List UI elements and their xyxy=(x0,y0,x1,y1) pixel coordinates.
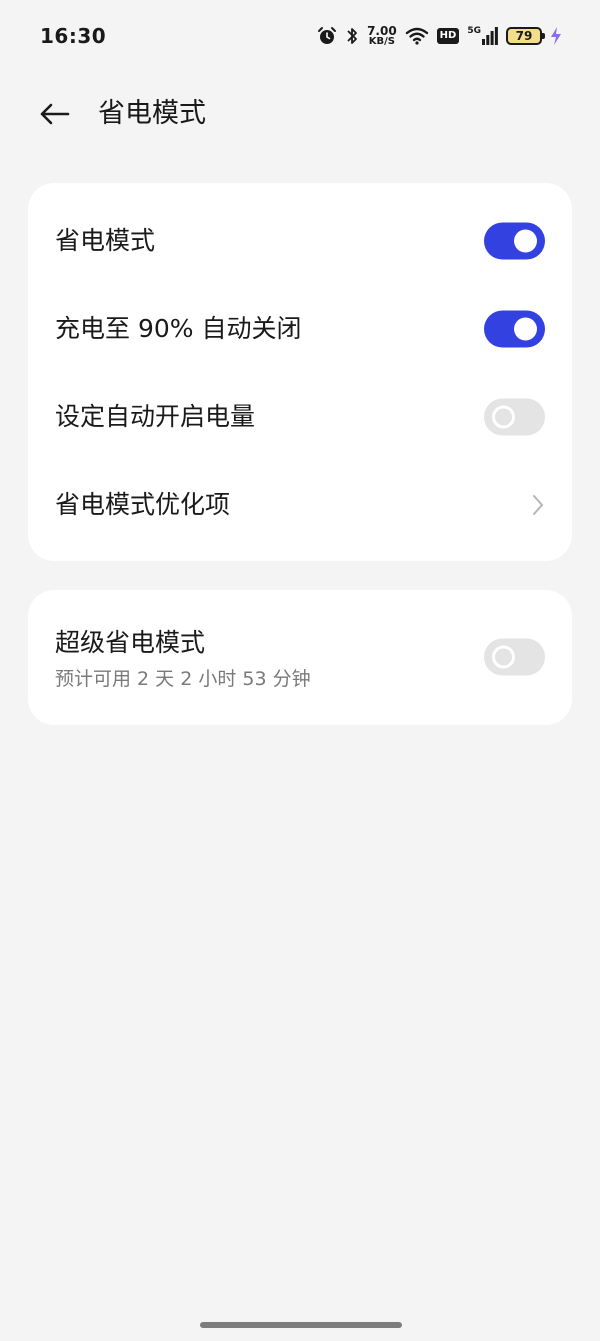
back-button[interactable] xyxy=(34,94,74,134)
arrow-left-icon xyxy=(40,103,70,125)
page-title: 省电模式 xyxy=(98,98,206,129)
setting-label: 省电模式 xyxy=(55,226,156,255)
setting-row-optimization-items[interactable]: 省电模式优化项 xyxy=(28,461,572,549)
network-type: 5G xyxy=(467,26,481,36)
status-time: 16:30 xyxy=(40,24,107,48)
toggle-knob xyxy=(492,405,515,429)
toggle-knob xyxy=(514,229,537,253)
net-speed: 7.00 KB/S xyxy=(367,25,397,47)
status-icons: 7.00 KB/S HD 5G 79 xyxy=(317,22,562,50)
setting-row-power-saving-mode[interactable]: 省电模式 xyxy=(28,197,572,285)
app-header: 省电模式 xyxy=(0,80,600,150)
home-indicator[interactable] xyxy=(200,1322,402,1328)
signal-icon: 5G xyxy=(467,27,498,45)
battery-level: 79 xyxy=(515,29,533,43)
hd-icon: HD xyxy=(436,28,460,44)
toggle-knob xyxy=(514,317,537,341)
charging-icon xyxy=(550,26,562,46)
auto-off-90-toggle[interactable] xyxy=(484,310,545,348)
net-speed-unit: KB/S xyxy=(368,36,395,47)
settings-card-power-saving: 省电模式 充电至 90% 自动关闭 设定自动开启电量 省电模式优化项 xyxy=(28,183,572,561)
setting-label: 充电至 90% 自动关闭 xyxy=(55,314,302,343)
power-saving-toggle[interactable] xyxy=(484,222,545,260)
setting-row-auto-enable-level[interactable]: 设定自动开启电量 xyxy=(28,373,572,461)
bluetooth-icon xyxy=(345,26,359,46)
setting-label: 设定自动开启电量 xyxy=(55,402,256,431)
setting-row-auto-off-at-90[interactable]: 充电至 90% 自动关闭 xyxy=(28,285,572,373)
super-power-saving-estimate: 预计可用 2 天 2 小时 53 分钟 xyxy=(55,668,311,690)
settings-card-super-power-saving[interactable]: 超级省电模式 预计可用 2 天 2 小时 53 分钟 xyxy=(28,590,572,725)
auto-enable-level-toggle[interactable] xyxy=(484,398,545,436)
battery-icon: 79 xyxy=(506,27,545,45)
setting-label: 省电模式优化项 xyxy=(55,490,231,519)
chevron-right-icon xyxy=(528,491,548,519)
status-bar: 16:30 7.00 KB/S HD 5G 79 xyxy=(0,0,600,72)
super-power-saving-title: 超级省电模式 xyxy=(55,628,206,657)
alarm-icon xyxy=(317,26,337,46)
wifi-icon xyxy=(405,27,429,45)
super-power-saving-toggle[interactable] xyxy=(484,638,545,676)
toggle-knob xyxy=(492,645,515,669)
